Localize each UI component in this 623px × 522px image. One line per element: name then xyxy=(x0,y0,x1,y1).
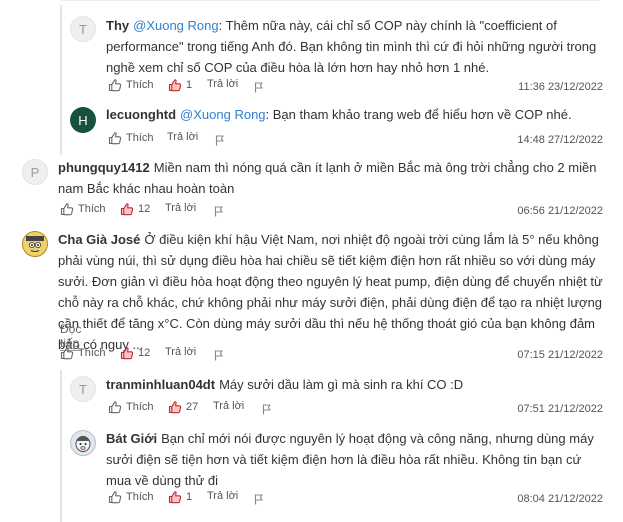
comment-timestamp: 06:56 21/12/2022 xyxy=(517,205,603,217)
report-flag-icon[interactable] xyxy=(261,403,277,415)
thumbs-up-icon xyxy=(108,400,122,414)
comment-body: Thy @Xuong Rong: Thêm nữa này, cái chỉ số… xyxy=(106,15,602,78)
thumbs-up-icon xyxy=(60,346,74,360)
comment-actions: Thích Trả lời 14:48 27/12/2022 xyxy=(108,131,603,151)
thumbs-up-red-icon xyxy=(168,490,182,504)
thumbs-up-icon xyxy=(60,202,74,216)
comment-author[interactable]: tranminhluan04dt xyxy=(106,377,215,392)
comment-timestamp: 14:48 27/12/2022 xyxy=(517,134,603,146)
comment-text: : Bạn tham khảo trang web để hiểu hơn về… xyxy=(265,107,572,122)
avatar[interactable] xyxy=(70,430,96,456)
reply-button[interactable]: Trả lời xyxy=(207,490,238,502)
like-count[interactable]: 12 xyxy=(120,202,150,216)
comment-body: Cha Già José Ở điều kiện khí hậu Việt Nam… xyxy=(58,229,603,355)
like-button[interactable]: Thích xyxy=(108,78,154,92)
comment-text: Ở điều kiện khí hậu Việt Nam, nơi nhiệt … xyxy=(58,232,603,352)
thumbs-up-icon xyxy=(108,131,122,145)
cartoon-face-icon xyxy=(26,236,44,252)
reply-button[interactable]: Trả lời xyxy=(207,78,238,90)
avatar[interactable]: P xyxy=(22,159,48,185)
thumbs-up-icon xyxy=(108,78,122,92)
avatar[interactable]: H xyxy=(70,107,96,133)
avatar[interactable]: T xyxy=(70,376,96,402)
comment-author[interactable]: Bát Giới xyxy=(106,431,157,446)
comment-author[interactable]: Cha Già José xyxy=(58,232,140,247)
reply-thread-line xyxy=(60,370,62,522)
avatar[interactable] xyxy=(22,231,48,257)
thumbs-up-red-icon xyxy=(120,346,134,360)
thumbs-up-red-icon xyxy=(168,78,182,92)
comment-actions: Thích 1 Trả lời 08:04 21/12/2022 xyxy=(108,490,603,510)
comment-timestamp: 11:36 23/12/2022 xyxy=(518,81,603,93)
comment-body: Bát Giới Bạn chỉ mới nói được nguyên lý h… xyxy=(106,428,602,491)
thumbs-up-red-icon xyxy=(120,202,134,216)
report-flag-icon[interactable] xyxy=(213,205,229,217)
comment-actions: Thích 27 Trả lời 07:51 21/12/2022 xyxy=(108,400,603,420)
reply-button[interactable]: Trả lời xyxy=(165,346,196,358)
comment-body: lecuonghtd @Xuong Rong: Bạn tham khảo tra… xyxy=(106,104,602,125)
like-button[interactable]: Thích xyxy=(108,131,154,145)
mention-link[interactable]: @Xuong Rong xyxy=(180,107,265,122)
previous-comment-divider xyxy=(60,0,600,1)
comment-text: Máy sưởi dầu làm gì mà sinh ra khí CO :D xyxy=(219,377,464,392)
cartoon-face-icon xyxy=(75,436,91,452)
like-button[interactable]: Thích xyxy=(108,490,154,504)
report-flag-icon[interactable] xyxy=(213,349,229,361)
avatar[interactable]: T xyxy=(70,16,96,42)
like-count[interactable]: 1 xyxy=(168,78,192,92)
reply-button[interactable]: Trả lời xyxy=(167,131,198,143)
reply-button[interactable]: Trả lời xyxy=(165,202,196,214)
like-button[interactable]: Thích xyxy=(60,346,106,360)
reply-button[interactable]: Trả lời xyxy=(213,400,244,412)
thumbs-up-red-icon xyxy=(168,400,182,414)
comment-timestamp: 07:51 21/12/2022 xyxy=(517,403,603,415)
comment-timestamp: 08:04 21/12/2022 xyxy=(517,493,603,505)
comment-author[interactable]: phungquy1412 xyxy=(58,160,150,175)
like-button[interactable]: Thích xyxy=(60,202,106,216)
like-count[interactable]: 27 xyxy=(168,400,198,414)
comment-body: tranminhluan04dt Máy sưởi dầu làm gì mà s… xyxy=(106,374,602,395)
comment-body: phungquy1412 Miền nam thì nóng quá cần ít… xyxy=(58,157,603,199)
mention-link[interactable]: @Xuong Rong xyxy=(133,18,218,33)
report-flag-icon[interactable] xyxy=(253,81,269,93)
reply-thread-line xyxy=(60,5,62,155)
comment-actions: Thích 1 Trả lời 11:36 23/12/2022 xyxy=(108,78,603,98)
report-flag-icon[interactable] xyxy=(253,493,269,505)
comment-author[interactable]: Thy xyxy=(106,18,129,33)
comment-text: Bạn chỉ mới nói được nguyên lý hoạt động… xyxy=(106,431,594,488)
comment-author[interactable]: lecuonghtd xyxy=(106,107,176,122)
like-count[interactable]: 12 xyxy=(120,346,150,360)
like-count[interactable]: 1 xyxy=(168,490,192,504)
comment-timestamp: 07:15 21/12/2022 xyxy=(517,349,603,361)
report-flag-icon[interactable] xyxy=(214,134,230,146)
comment-actions: Thích 12 Trả lời 07:15 21/12/2022 xyxy=(60,346,603,366)
like-button[interactable]: Thích xyxy=(108,400,154,414)
comment-actions: Thích 12 Trả lời 06:56 21/12/2022 xyxy=(60,202,603,222)
thumbs-up-icon xyxy=(108,490,122,504)
